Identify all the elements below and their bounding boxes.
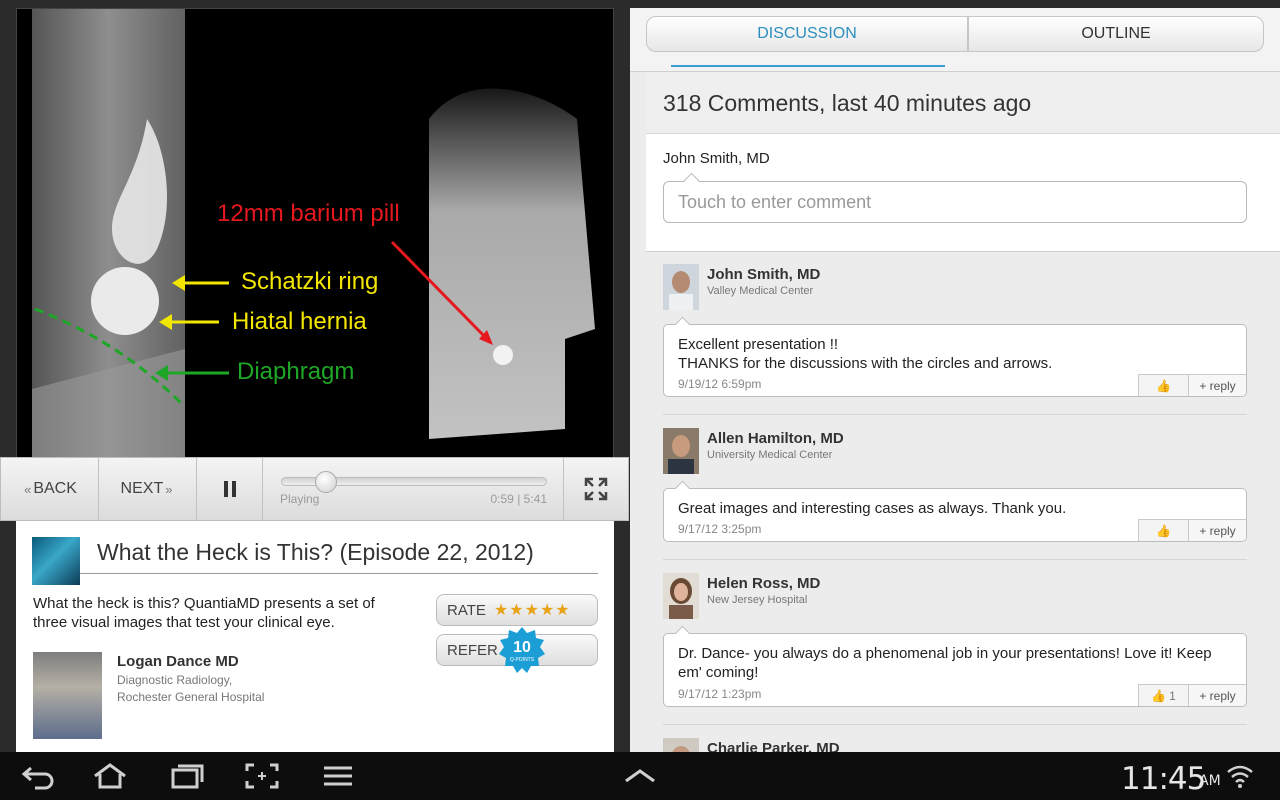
fullscreen-button[interactable]: [564, 458, 628, 520]
comment-item: John Smith, MD Valley Medical Center Exc…: [663, 252, 1247, 415]
chevron-up-icon[interactable]: [622, 762, 658, 790]
recent-apps-icon[interactable]: [169, 762, 205, 790]
player-controls: « BACK NEXT » Playing 0:59 | 5:41: [0, 457, 629, 521]
comment-date: 9/19/12 6:59pm: [678, 377, 762, 391]
avatar[interactable]: [663, 738, 699, 752]
points-caption: Q-POINTS: [510, 657, 535, 663]
video-player[interactable]: 12mm barium pill Schatzki ring Hiatal he…: [16, 8, 614, 458]
comment-list[interactable]: John Smith, MD Valley Medical Center Exc…: [646, 252, 1280, 752]
reply-button[interactable]: + reply: [1188, 519, 1246, 541]
thumbs-up-icon: 👍: [1151, 688, 1167, 703]
episode-info: What the Heck is This? (Episode 22, 2012…: [16, 521, 614, 752]
back-button[interactable]: « BACK: [1, 458, 99, 520]
home-nav-icon[interactable]: [92, 762, 128, 790]
comment-date: 9/17/12 1:23pm: [678, 687, 762, 701]
thumbs-up-icon: 👍: [1156, 378, 1171, 393]
comment-author[interactable]: Charlie Parker, MD: [707, 740, 840, 752]
comments-header: 318 Comments, last 40 minutes ago: [646, 72, 1280, 134]
comment-text: Dr. Dance- you always do a phenomenal jo…: [678, 645, 1212, 681]
comment-author[interactable]: Helen Ross, MD: [707, 575, 820, 592]
like-count: 1: [1169, 688, 1176, 703]
comment-bubble: Dr. Dance- you always do a phenomenal jo…: [663, 625, 1247, 707]
current-user-name: John Smith, MD: [663, 150, 770, 167]
active-tab-indicator: [671, 65, 945, 67]
comment-org: New Jersey Hospital: [707, 594, 808, 606]
chevron-right-icon: »: [165, 481, 173, 497]
system-clock: 11:45: [1121, 761, 1206, 797]
avatar[interactable]: [663, 428, 699, 474]
xray-image: 12mm barium pill Schatzki ring Hiatal he…: [17, 9, 613, 457]
system-navigation-bar: 11:45 AM: [0, 752, 1280, 800]
pause-icon: [223, 481, 236, 497]
author-affiliation: Diagnostic Radiology, Rochester General …: [117, 673, 265, 704]
comment-item: Helen Ross, MD New Jersey Hospital Dr. D…: [663, 561, 1247, 731]
comment-separator: [663, 559, 1247, 560]
title-divider: [80, 573, 598, 574]
tab-discussion[interactable]: DISCUSSION: [646, 16, 968, 52]
comment-item: Allen Hamilton, MD University Medical Ce…: [663, 416, 1247, 561]
discussion-panel: DISCUSSION OUTLINE 318 Comments, last 40…: [630, 8, 1280, 752]
comments-count: 318 Comments, last 40 minutes ago: [663, 90, 1032, 116]
episode-description: What the heck is this? QuantiaMD present…: [33, 595, 375, 631]
comment-author[interactable]: John Smith, MD: [707, 266, 820, 283]
annotation-ring: Schatzki ring: [241, 268, 378, 295]
comment-bubble: Excellent presentation !! THANKS for the…: [663, 316, 1247, 397]
chevron-left-icon: «: [24, 481, 32, 497]
reply-button[interactable]: + reply: [1188, 374, 1246, 396]
rate-button[interactable]: RATE ★★★★★: [436, 594, 598, 626]
annotation-pill: 12mm barium pill: [217, 200, 400, 227]
comment-item: Charlie Parker, MD: [663, 726, 1247, 752]
points-value: 10: [513, 639, 531, 656]
episode-thumbnail: [32, 537, 80, 585]
next-label: NEXT: [120, 480, 164, 497]
system-clock-ampm: AM: [1199, 773, 1221, 789]
avatar[interactable]: [663, 573, 699, 619]
like-button[interactable]: 👍: [1138, 374, 1188, 396]
annotation-hernia: Hiatal hernia: [232, 308, 367, 335]
progress-knob[interactable]: [315, 471, 338, 493]
screenshot-icon[interactable]: [244, 762, 280, 790]
comment-text: Great images and interesting cases as al…: [678, 500, 1067, 517]
like-button[interactable]: 👍: [1138, 519, 1188, 541]
tab-bar: DISCUSSION OUTLINE: [630, 8, 1280, 72]
comment-author[interactable]: Allen Hamilton, MD: [707, 430, 844, 447]
app-root: 12mm barium pill Schatzki ring Hiatal he…: [0, 0, 1280, 752]
episode-title: What the Heck is This? (Episode 22, 2012…: [97, 539, 534, 565]
annotation-diaphragm: Diaphragm: [237, 358, 354, 385]
points-badge: 10 Q-POINTS: [499, 627, 545, 673]
author-name[interactable]: Logan Dance MD: [117, 653, 239, 670]
back-label: BACK: [33, 480, 77, 497]
next-button[interactable]: NEXT »: [99, 458, 197, 520]
menu-icon[interactable]: [320, 762, 356, 790]
comment-org: University Medical Center: [707, 449, 833, 461]
author-photo[interactable]: [33, 652, 102, 739]
comment-bubble: Great images and interesting cases as al…: [663, 480, 1247, 542]
comment-input[interactable]: [663, 181, 1247, 223]
wifi-icon: [1227, 765, 1253, 788]
comment-org: Valley Medical Center: [707, 285, 814, 297]
playback-time: 0:59 | 5:41: [490, 492, 548, 506]
refer-label: REFER: [447, 641, 498, 659]
like-button[interactable]: 👍 1: [1138, 684, 1188, 706]
rate-label: RATE: [447, 601, 486, 619]
thumbs-up-icon: 👍: [1156, 523, 1171, 538]
play-status: Playing: [280, 492, 320, 506]
pause-button[interactable]: [197, 458, 263, 520]
comment-separator: [663, 414, 1247, 415]
comment-composer: John Smith, MD: [646, 134, 1280, 252]
comment-separator: [663, 724, 1247, 725]
tab-outline[interactable]: OUTLINE: [968, 16, 1264, 52]
comment-text: Excellent presentation !! THANKS for the…: [678, 336, 1053, 372]
rating-stars: ★★★★★: [493, 602, 571, 619]
avatar[interactable]: [663, 264, 699, 310]
progress-area: Playing 0:59 | 5:41: [263, 458, 564, 520]
reply-button[interactable]: + reply: [1188, 684, 1246, 706]
fullscreen-icon: [584, 477, 608, 501]
back-nav-icon[interactable]: [21, 762, 57, 790]
comment-date: 9/17/12 3:25pm: [678, 522, 762, 536]
